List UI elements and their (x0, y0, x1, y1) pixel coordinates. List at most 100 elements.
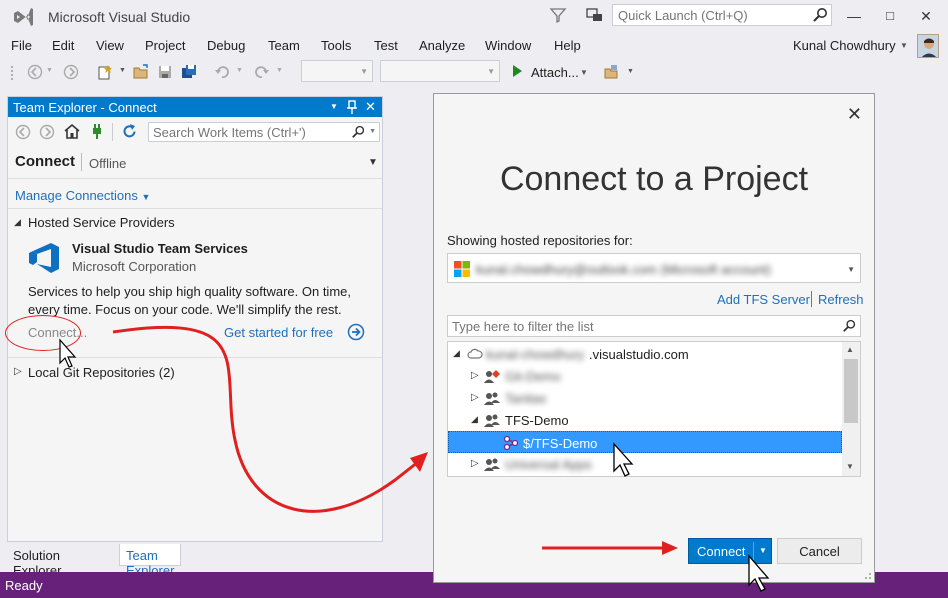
get-started-link[interactable]: Get started for free (224, 325, 333, 340)
quick-launch-input[interactable] (613, 5, 808, 25)
local-git-repositories-header[interactable]: Local Git Repositories (2) (28, 365, 175, 380)
expand-triangle-icon[interactable]: ▷ (471, 458, 479, 469)
pin-icon[interactable] (347, 100, 357, 114)
menu-help[interactable]: Help (554, 38, 581, 53)
search-options-icon[interactable]: ▼ (369, 128, 376, 135)
notification-filter-icon[interactable] (548, 5, 568, 25)
menu-test[interactable]: Test (374, 38, 398, 53)
new-project-icon[interactable] (97, 64, 113, 80)
tree-row-project[interactable]: ▷ Universal Apps (448, 453, 842, 475)
maximize-button[interactable]: □ (878, 6, 902, 26)
status-text: Ready (5, 578, 43, 593)
redo-icon[interactable] (254, 64, 270, 80)
hosted-service-providers-header[interactable]: Hosted Service Providers (28, 215, 175, 230)
divider (8, 178, 382, 179)
tab-solution-explorer[interactable]: Solution Explorer (7, 544, 67, 578)
attach-button[interactable]: Attach... (531, 65, 579, 80)
connect-plug-icon[interactable] (90, 123, 104, 140)
tree-row-project[interactable]: ▷ Tanitas (448, 387, 842, 409)
arrow-right-circle-icon[interactable] (347, 323, 365, 341)
close-dialog-icon[interactable]: ✕ (847, 104, 862, 125)
save-icon[interactable] (157, 64, 173, 80)
annotation-arrowhead-icon (410, 452, 428, 472)
expand-triangle-icon[interactable]: ▷ (471, 370, 479, 381)
toolbar-grip-icon (11, 66, 13, 80)
solution-platform-select[interactable]: ▼ (380, 60, 500, 82)
attach-dropdown-icon[interactable]: ▼ (580, 68, 588, 77)
menu-debug[interactable]: Debug (207, 38, 245, 53)
collapse-triangle-icon[interactable]: ◢ (14, 217, 21, 228)
repository-tree[interactable]: ◢ kunal-chowdhury .visualstudio.com ▷ Gi… (447, 341, 861, 477)
undo-dropdown-icon[interactable]: ▼ (236, 67, 252, 83)
start-play-icon[interactable] (510, 63, 524, 79)
menu-project[interactable]: Project (145, 38, 185, 53)
team-project-icon (484, 414, 500, 427)
tree-row-project[interactable]: ◢ TFS-Demo (448, 409, 842, 431)
page-menu-icon[interactable]: ▼ (368, 157, 378, 168)
tree-scrollbar[interactable]: ▲ ▼ (842, 342, 860, 476)
chevron-down-icon[interactable]: ▼ (847, 265, 855, 274)
navigate-back-icon[interactable] (27, 64, 43, 80)
collapse-triangle-icon[interactable]: ◢ (453, 348, 460, 359)
expand-triangle-icon[interactable]: ▷ (471, 392, 479, 403)
menu-tools[interactable]: Tools (321, 38, 351, 53)
back-icon[interactable] (15, 124, 31, 140)
search-icon[interactable] (812, 7, 828, 23)
refresh-icon[interactable] (121, 123, 138, 140)
tree-row-project[interactable]: ▷ Git-Demo (448, 365, 842, 387)
search-icon[interactable] (351, 125, 365, 139)
toolbar: ▼ ▼ ▼ ▼ ▼ ▼ Attach... ▼ ▼ (0, 58, 948, 86)
connect-dropdown-icon[interactable]: ▼ (759, 546, 767, 555)
open-file-icon[interactable] (133, 64, 149, 80)
tab-team-explorer[interactable]: Team Explorer (119, 544, 182, 578)
user-name[interactable]: Kunal Chowdhury (793, 38, 896, 53)
toolbar-divider (112, 123, 113, 141)
close-window-button[interactable]: ✕ (914, 6, 938, 26)
menu-window[interactable]: Window (485, 38, 531, 53)
close-panel-icon[interactable]: ✕ (365, 99, 376, 115)
work-items-search-input[interactable] (149, 123, 349, 141)
menu-team[interactable]: Team (268, 38, 300, 53)
toolbar-overflow-icon[interactable]: ▼ (627, 68, 643, 84)
find-in-files-icon[interactable] (604, 64, 620, 80)
forward-icon[interactable] (39, 124, 55, 140)
resize-grip-icon[interactable] (862, 570, 872, 580)
solution-configuration-select[interactable]: ▼ (301, 60, 373, 82)
quick-launch-box[interactable] (612, 4, 832, 26)
manage-connections-link[interactable]: Manage Connections ▼ (15, 188, 150, 203)
avatar[interactable] (917, 34, 939, 58)
tree-row-server[interactable]: ◢ kunal-chowdhury .visualstudio.com (448, 343, 842, 365)
cancel-button[interactable]: Cancel (777, 538, 862, 564)
search-icon[interactable] (842, 319, 856, 333)
scroll-up-icon[interactable]: ▲ (846, 345, 854, 354)
connect-button[interactable]: Connect ▼ (688, 538, 772, 564)
add-tfs-server-link[interactable]: Add TFS Server (717, 292, 810, 307)
scroll-thumb[interactable] (844, 359, 858, 423)
back-dropdown-icon[interactable]: ▼ (46, 67, 62, 83)
chevron-down-icon[interactable]: ▼ (900, 41, 908, 50)
filter-box[interactable] (447, 315, 861, 337)
user-avatar-icon (918, 35, 938, 57)
menu-view[interactable]: View (96, 38, 124, 53)
scroll-down-icon[interactable]: ▼ (846, 462, 854, 471)
work-items-search[interactable]: ▼ (148, 122, 380, 142)
menu-file[interactable]: File (11, 38, 32, 53)
home-icon[interactable] (63, 123, 81, 140)
project-name-blurred: Universal Apps (505, 457, 592, 472)
refresh-link[interactable]: Refresh (818, 292, 864, 307)
save-all-icon[interactable] (181, 64, 197, 80)
redo-dropdown-icon[interactable]: ▼ (276, 67, 292, 83)
filter-input[interactable] (448, 316, 828, 336)
undo-icon[interactable] (214, 64, 230, 80)
navigate-forward-icon[interactable] (63, 64, 79, 80)
chevron-down-icon: ▼ (141, 192, 151, 202)
minimize-button[interactable]: — (842, 6, 866, 26)
menu-analyze[interactable]: Analyze (419, 38, 465, 53)
feedback-icon[interactable] (584, 5, 604, 25)
menu-edit[interactable]: Edit (52, 38, 74, 53)
collapse-triangle-icon[interactable]: ◢ (471, 414, 478, 425)
account-select[interactable]: kunal.chowdhury@outlook.com (Microsoft a… (447, 253, 861, 283)
panel-dropdown-icon[interactable]: ▼ (330, 102, 338, 111)
expand-triangle-icon[interactable]: ▷ (14, 366, 22, 377)
tree-row-repository-selected[interactable]: $/TFS-Demo (448, 431, 842, 453)
